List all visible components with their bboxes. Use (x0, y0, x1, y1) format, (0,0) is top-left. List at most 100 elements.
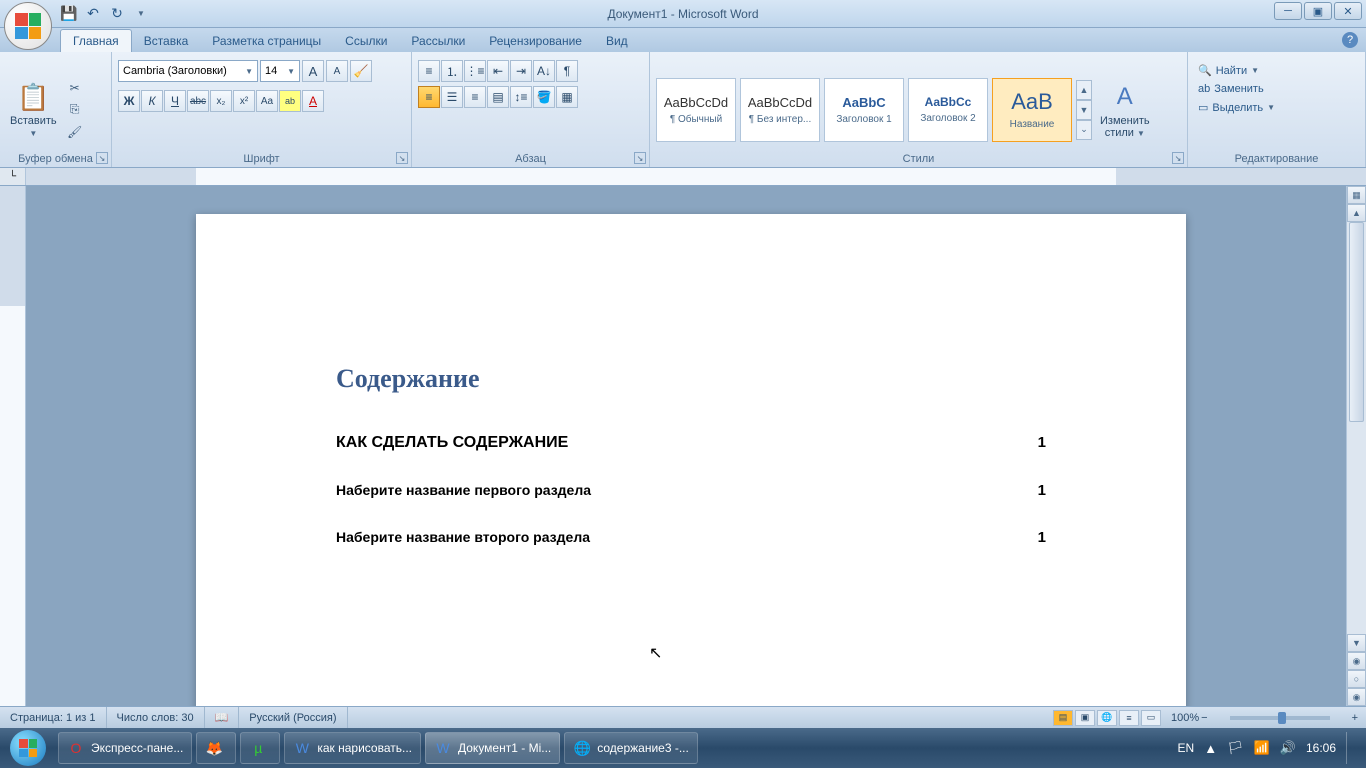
next-page-icon[interactable]: ◉ (1347, 688, 1366, 706)
subscript-button[interactable]: x₂ (210, 90, 232, 112)
style-normal[interactable]: AaBbCcDd¶ Обычный (656, 78, 736, 142)
zoom-out-icon[interactable]: − (1201, 712, 1207, 724)
web-layout-view-icon[interactable]: 🌐 (1097, 710, 1117, 726)
doc-title[interactable]: Содержание (336, 364, 1046, 394)
status-page[interactable]: Страница: 1 из 1 (0, 707, 107, 728)
numbering-icon[interactable]: ⒈ (441, 60, 463, 82)
format-painter-icon[interactable]: 🖌 (65, 122, 85, 142)
clipboard-dialog-launcher[interactable]: ↘ (96, 152, 108, 164)
highlight-button[interactable]: ab (279, 90, 301, 112)
italic-button[interactable]: К (141, 90, 163, 112)
redo-icon[interactable]: ↻ (108, 5, 126, 23)
minimize-button[interactable]: ─ (1274, 2, 1302, 20)
select-button[interactable]: ▭Выделить ▼ (1194, 99, 1359, 116)
full-screen-view-icon[interactable]: ▣ (1075, 710, 1095, 726)
styles-more-icon[interactable]: ⌄ (1076, 120, 1092, 140)
tab-insert[interactable]: Вставка (132, 30, 201, 52)
tab-mailings[interactable]: Рассылки (399, 30, 477, 52)
tab-references[interactable]: Ссылки (333, 30, 399, 52)
align-right-icon[interactable]: ≡ (464, 86, 486, 108)
tab-home[interactable]: Главная (60, 29, 132, 52)
undo-icon[interactable]: ↶ (84, 5, 102, 23)
status-proofing[interactable]: 📖 (205, 707, 240, 728)
horizontal-ruler[interactable]: └ (0, 168, 1366, 186)
change-case-button[interactable]: Aa (256, 90, 278, 112)
task-word-doc1[interactable]: WДокумент1 - Mi... (425, 732, 560, 764)
decrease-indent-icon[interactable]: ⇤ (487, 60, 509, 82)
bullets-icon[interactable]: ≡ (418, 60, 440, 82)
superscript-button[interactable]: x² (233, 90, 255, 112)
line-spacing-icon[interactable]: ↕≡ (510, 86, 532, 108)
task-firefox[interactable]: 🦊 (196, 732, 236, 764)
toc-row[interactable]: КАК СДЕЛАТЬ СОДЕРЖАНИЕ 1 (336, 434, 1046, 452)
tab-view[interactable]: Вид (594, 30, 640, 52)
align-center-icon[interactable]: ☰ (441, 86, 463, 108)
task-utorrent[interactable]: µ (240, 732, 280, 764)
show-desktop-button[interactable] (1346, 732, 1356, 764)
toc-row[interactable]: Наберите название первого раздела 1 (336, 482, 1046, 499)
page[interactable]: Содержание КАК СДЕЛАТЬ СОДЕРЖАНИЕ 1 Набе… (196, 214, 1186, 706)
style-heading1[interactable]: AaBbCЗаголовок 1 (824, 78, 904, 142)
font-size-selector[interactable]: 14▼ (260, 60, 300, 82)
print-layout-view-icon[interactable]: ▤ (1053, 710, 1073, 726)
prev-page-icon[interactable]: ◉ (1347, 652, 1366, 670)
strike-button[interactable]: abc (187, 90, 209, 112)
task-word-doc2[interactable]: Wкак нарисовать... (284, 732, 421, 764)
style-heading2[interactable]: AaBbCcЗаголовок 2 (908, 78, 988, 142)
tab-review[interactable]: Рецензирование (477, 30, 594, 52)
browse-object-icon[interactable]: ○ (1347, 670, 1366, 688)
scroll-thumb[interactable] (1349, 222, 1364, 422)
style-no-spacing[interactable]: AaBbCcDd¶ Без интер... (740, 78, 820, 142)
vertical-scrollbar[interactable]: ▦ ▲ ▼ ◉ ○ ◉ (1346, 186, 1366, 706)
status-language[interactable]: Русский (Россия) (239, 707, 347, 728)
font-dialog-launcher[interactable]: ↘ (396, 152, 408, 164)
save-icon[interactable]: 💾 (60, 5, 78, 23)
document-canvas[interactable]: Содержание КАК СДЕЛАТЬ СОДЕРЖАНИЕ 1 Набе… (26, 186, 1346, 706)
change-styles-button[interactable]: A Изменитьстили ▼ (1096, 79, 1154, 141)
maximize-button[interactable]: ▣ (1304, 2, 1332, 20)
scroll-up-icon[interactable]: ▲ (1347, 204, 1366, 222)
close-button[interactable]: ✕ (1334, 2, 1362, 20)
start-button[interactable] (0, 728, 56, 768)
borders-icon[interactable]: ▦ (556, 86, 578, 108)
bold-button[interactable]: Ж (118, 90, 140, 112)
toc-row[interactable]: Наберите название второго раздела 1 (336, 529, 1046, 546)
sort-icon[interactable]: A↓ (533, 60, 555, 82)
task-opera[interactable]: OЭкспресс-пане... (58, 732, 192, 764)
clear-format-icon[interactable]: 🧹 (350, 60, 372, 82)
task-browser[interactable]: 🌐содержание3 -... (564, 732, 698, 764)
scroll-down-icon[interactable]: ▼ (1347, 634, 1366, 652)
styles-up-icon[interactable]: ▲ (1076, 80, 1092, 100)
grow-font-icon[interactable]: A (302, 60, 324, 82)
underline-button[interactable]: Ч (164, 90, 186, 112)
show-marks-icon[interactable]: ¶ (556, 60, 578, 82)
tray-clock[interactable]: 16:06 (1306, 741, 1336, 755)
justify-icon[interactable]: ▤ (487, 86, 509, 108)
font-color-button[interactable]: A (302, 90, 324, 112)
cut-icon[interactable]: ✂ (65, 78, 85, 98)
style-title[interactable]: AaBНазвание (992, 78, 1072, 142)
office-button[interactable] (4, 2, 52, 50)
shrink-font-icon[interactable]: A (326, 60, 348, 82)
styles-dialog-launcher[interactable]: ↘ (1172, 152, 1184, 164)
multilevel-icon[interactable]: ⋮≡ (464, 60, 486, 82)
tray-network-icon[interactable]: 📶 (1254, 740, 1270, 756)
shading-icon[interactable]: 🪣 (533, 86, 555, 108)
copy-icon[interactable]: ⎘ (65, 100, 85, 120)
font-name-selector[interactable]: Cambria (Заголовки)▼ (118, 60, 258, 82)
qat-customize-icon[interactable]: ▼ (132, 5, 150, 23)
ruler-toggle-icon[interactable]: ▦ (1347, 186, 1366, 204)
zoom-in-icon[interactable]: + (1352, 712, 1358, 724)
styles-down-icon[interactable]: ▼ (1076, 100, 1092, 120)
draft-view-icon[interactable]: ▭ (1141, 710, 1161, 726)
paragraph-dialog-launcher[interactable]: ↘ (634, 152, 646, 164)
replace-button[interactable]: abЗаменить (1194, 81, 1359, 97)
zoom-level[interactable]: 100% (1171, 712, 1199, 724)
find-button[interactable]: 🔍Найти ▼ (1194, 62, 1359, 79)
zoom-slider[interactable] (1230, 716, 1330, 720)
tray-language[interactable]: EN (1178, 741, 1195, 755)
increase-indent-icon[interactable]: ⇥ (510, 60, 532, 82)
outline-view-icon[interactable]: ≡ (1119, 710, 1139, 726)
tab-selector[interactable]: └ (0, 168, 26, 185)
tab-layout[interactable]: Разметка страницы (200, 30, 333, 52)
